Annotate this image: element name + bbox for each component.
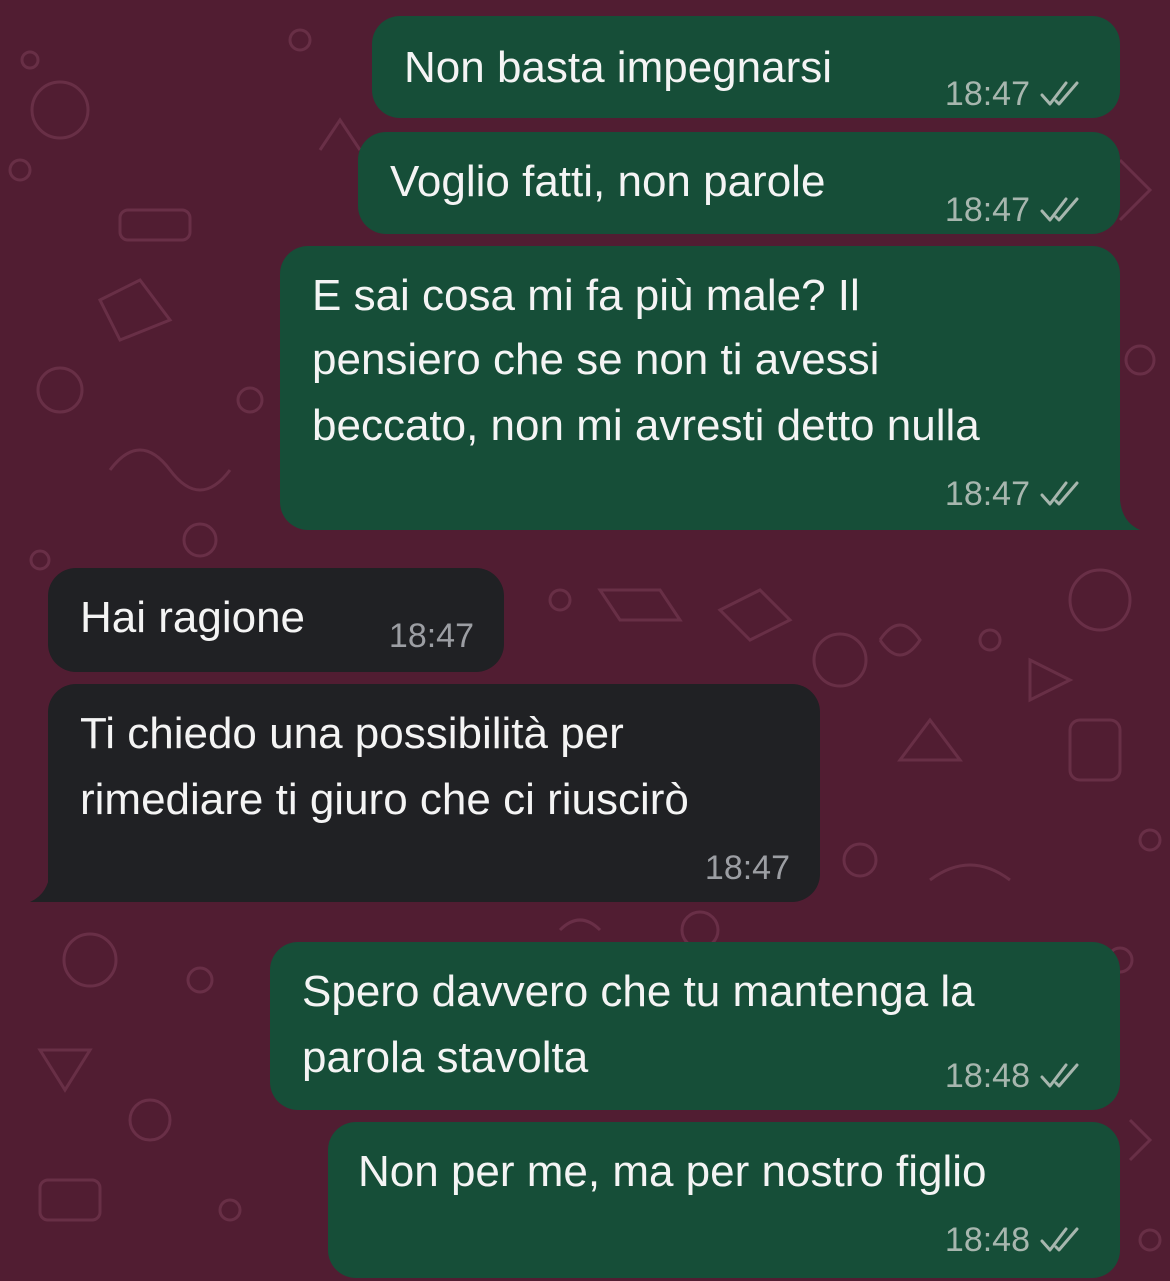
bubble-tail xyxy=(1112,500,1140,530)
message-time: 18:48 xyxy=(944,1221,1030,1259)
message-time: 18:47 xyxy=(704,849,790,887)
message-text-line: Ti chiedo una possibilità per xyxy=(80,709,624,758)
double-check-icon xyxy=(1040,1227,1079,1252)
message-meta: 18:48 xyxy=(945,1056,1086,1096)
message-meta: 18:47 xyxy=(945,74,1086,114)
message-time: 18:47 xyxy=(944,75,1030,113)
message-meta: 18:47 xyxy=(945,474,1086,514)
message-time: 18:47 xyxy=(944,475,1030,513)
message-bubble-incoming[interactable]: Ti chiedo una possibilità per rimediare … xyxy=(48,684,820,902)
message-meta: 18:47 xyxy=(389,616,474,656)
double-check-icon xyxy=(1040,81,1079,106)
message-time: 18:48 xyxy=(944,1057,1030,1095)
message-bubble-incoming[interactable]: Hai ragione 18:47 xyxy=(48,568,504,672)
message-bubble-outgoing[interactable]: Spero davvero che tu mantenga la parola … xyxy=(270,942,1120,1110)
message-bubble-outgoing[interactable]: E sai cosa mi fa più male? Il pensiero c… xyxy=(280,246,1120,530)
double-check-icon xyxy=(1040,197,1079,222)
message-text: Non per me, ma per nostro figlio xyxy=(358,1147,987,1196)
message-text-line: rimediare ti giuro che ci riuscirò xyxy=(80,775,689,824)
message-text: Non basta impegnarsi xyxy=(404,43,833,92)
message-text-line: E sai cosa mi fa più male? Il xyxy=(312,271,860,320)
message-bubble-outgoing[interactable]: Non per me, ma per nostro figlio 18:48 xyxy=(328,1122,1120,1278)
bubble-tail xyxy=(30,872,58,902)
message-text: Hai ragione xyxy=(80,593,306,642)
message-text-line: pensiero che se non ti avessi xyxy=(312,335,880,384)
message-text: Voglio fatti, non parole xyxy=(390,157,826,206)
double-check-icon xyxy=(1040,481,1079,506)
message-bubble-outgoing[interactable]: Voglio fatti, non parole 18:47 xyxy=(358,132,1120,234)
message-meta: 18:48 xyxy=(945,1220,1086,1260)
message-text-line: Spero davvero che tu mantenga la xyxy=(302,967,975,1016)
message-meta: 18:47 xyxy=(705,848,790,888)
message-bubble-outgoing[interactable]: Non basta impegnarsi 18:47 xyxy=(372,16,1120,118)
double-check-icon xyxy=(1040,1063,1079,1088)
message-text-line: parola stavolta xyxy=(302,1033,589,1082)
message-time: 18:47 xyxy=(944,191,1030,229)
message-time: 18:47 xyxy=(388,617,474,655)
message-text-line: beccato, non mi avresti detto nulla xyxy=(312,401,980,450)
message-meta: 18:47 xyxy=(945,190,1086,230)
